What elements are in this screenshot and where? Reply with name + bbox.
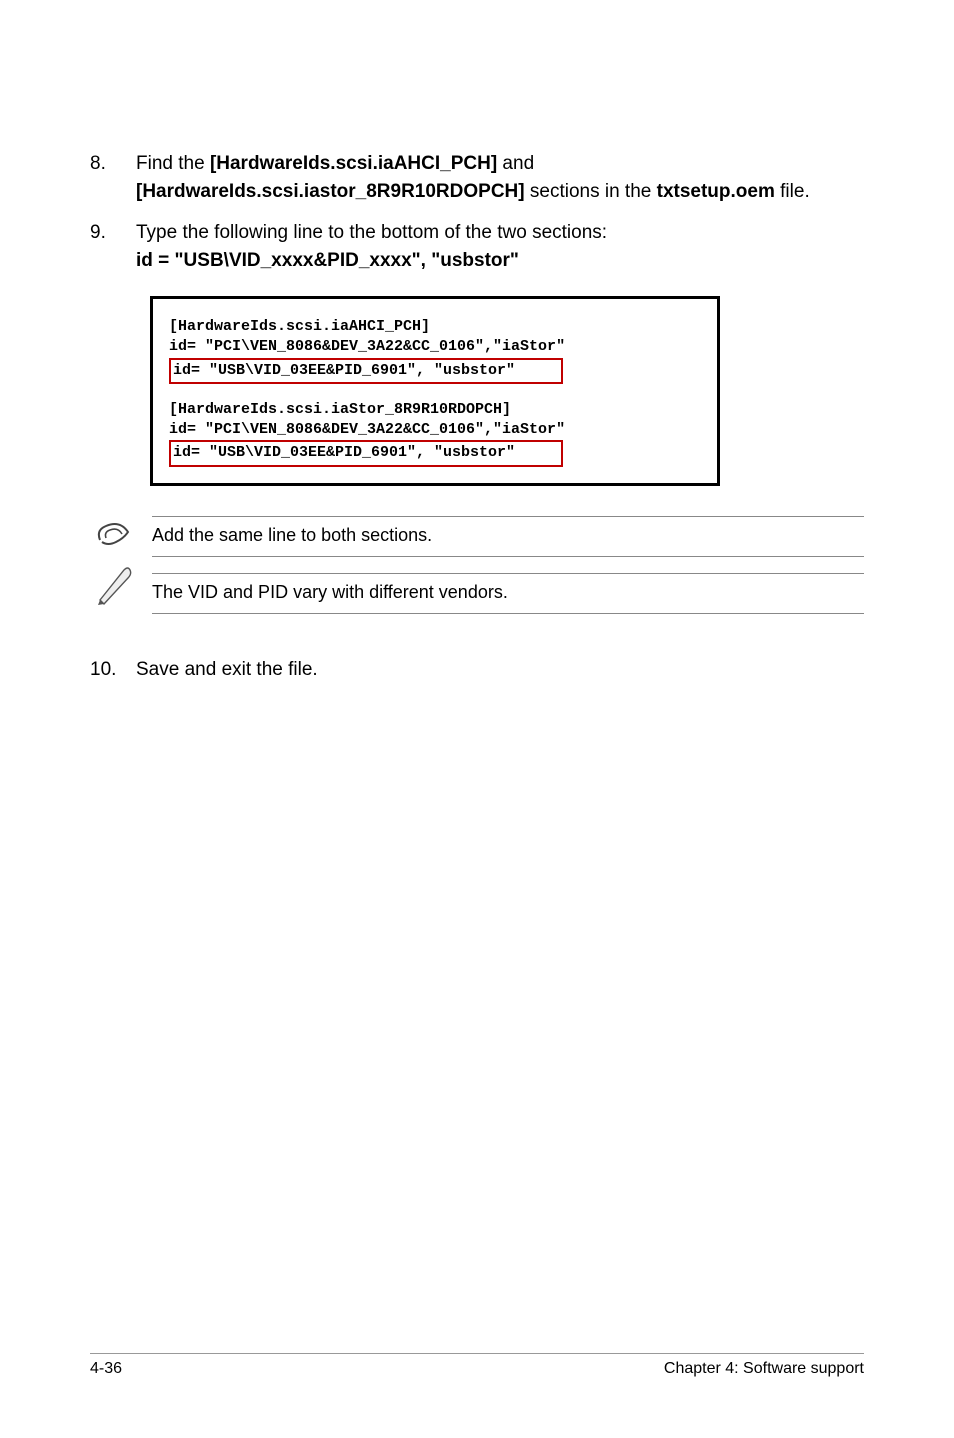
note-2: The VID and PID vary with different vend… bbox=[152, 573, 864, 614]
note-paperclip-icon bbox=[94, 520, 134, 556]
bold-text: [HardwareIds.scsi.iaAHCI_PCH] bbox=[210, 153, 497, 174]
step-10-number: 10. bbox=[90, 656, 136, 684]
code-group-1: [HardwareIds.scsi.iaAHCI_PCH] id= "PCI\V… bbox=[169, 317, 701, 384]
code-line: [HardwareIds.scsi.iaAHCI_PCH] bbox=[169, 317, 701, 337]
step-10: 10. Save and exit the file. bbox=[90, 656, 864, 684]
text: Type the following line to the bottom of… bbox=[136, 222, 607, 243]
code-line: id= "PCI\VEN_8086&DEV_3A22&CC_0106","iaS… bbox=[169, 420, 701, 440]
note-lines: Add the same line to both sections. The … bbox=[152, 516, 864, 614]
code-line: [HardwareIds.scsi.iaStor_8R9R10RDOPCH] bbox=[169, 400, 701, 420]
footer-chapter: Chapter 4: Software support bbox=[664, 1360, 864, 1378]
code-box: [HardwareIds.scsi.iaAHCI_PCH] id= "PCI\V… bbox=[150, 296, 720, 486]
text: file. bbox=[775, 181, 810, 202]
code-group-2: [HardwareIds.scsi.iaStor_8R9R10RDOPCH] i… bbox=[169, 400, 701, 467]
footer-page-number: 4-36 bbox=[90, 1360, 122, 1378]
step-8: 8. Find the [HardwareIds.scsi.iaAHCI_PCH… bbox=[90, 150, 864, 205]
note-icons bbox=[94, 516, 134, 614]
step-8-number: 8. bbox=[90, 150, 136, 205]
code-line: id= "PCI\VEN_8086&DEV_3A22&CC_0106","iaS… bbox=[169, 337, 701, 357]
text: Find the bbox=[136, 153, 210, 174]
step-8-text: Find the [HardwareIds.scsi.iaAHCI_PCH] a… bbox=[136, 150, 864, 205]
step-9-number: 9. bbox=[90, 219, 136, 274]
highlighted-code-line: id= "USB\VID_03EE&PID_6901", "usbstor" bbox=[169, 440, 563, 466]
bold-text: txtsetup.oem bbox=[657, 181, 775, 202]
note-1: Add the same line to both sections. bbox=[152, 516, 864, 557]
text: and bbox=[497, 153, 534, 174]
highlighted-code-line: id= "USB\VID_03EE&PID_6901", "usbstor" bbox=[169, 358, 563, 384]
note-pen-icon bbox=[94, 564, 134, 606]
step-9: 9. Type the following line to the bottom… bbox=[90, 219, 864, 274]
bold-text: id = "USB\VID_xxxx&PID_xxxx", "usbstor" bbox=[136, 250, 519, 271]
bold-text: [HardwareIds.scsi.iastor_8R9R10RDOPCH] bbox=[136, 181, 525, 202]
step-9-text: Type the following line to the bottom of… bbox=[136, 219, 864, 274]
page-footer: 4-36 Chapter 4: Software support bbox=[90, 1353, 864, 1378]
text: sections in the bbox=[525, 181, 657, 202]
step-10-text: Save and exit the file. bbox=[136, 656, 864, 684]
notes-area: Add the same line to both sections. The … bbox=[94, 516, 864, 614]
